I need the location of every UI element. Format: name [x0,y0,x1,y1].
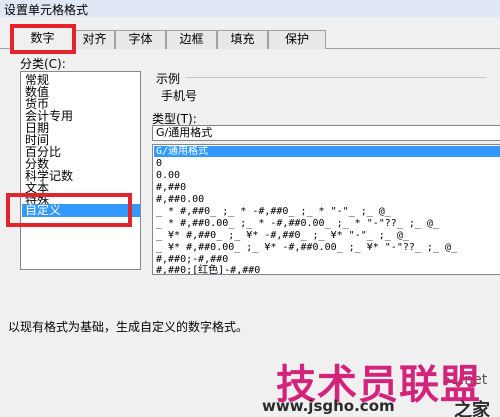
tab-font[interactable]: 字体 [115,30,166,49]
tab-alignment[interactable]: 对齐 [74,30,115,49]
tab-label: 填充 [230,32,255,46]
type-item[interactable]: 0.00 [156,170,180,181]
category-highlight-box [6,193,132,227]
type-item[interactable]: #,##0;-#,##0 [156,254,228,265]
tab-label: 对齐 [82,32,107,46]
window-title: 设置单元格格式 [4,3,89,17]
sample-value: 手机号 [161,89,198,103]
type-item[interactable]: #,##0 [156,182,186,193]
sample-label: 示例 [156,72,181,86]
tab-border[interactable]: 边框 [166,30,217,49]
category-label: 分类(C): [20,57,66,71]
tab-highlight-box [10,24,76,54]
tab-protection[interactable]: 保护 [268,30,326,49]
type-item[interactable]: #,##0;[红色]-#,##0 [156,265,260,274]
type-item-selected[interactable]: G/通用格式 [154,146,500,157]
type-item[interactable]: _ ¥* #,##0_ ;_ ¥* -#,##0_ ;_ ¥* "-"_ ;_ … [156,230,409,241]
type-list[interactable]: G/通用格式 0 0.00 #,##0 #,##0.00 _ * #,##0_ … [152,144,500,275]
watermark-home-text: 之家 [454,400,490,417]
type-item[interactable]: _ ¥* #,##0.00_ ;_ ¥* -#,##0.00_ ;_ ¥* "-… [156,242,457,253]
type-item[interactable]: #,##0.00 [156,194,204,205]
tab-label: 边框 [179,32,204,46]
type-item[interactable]: _ * #,##0_ ;_ * -#,##0_ ;_ * "-"_ ;_ @_ [156,206,391,217]
type-item[interactable]: _ * #,##0.00_ ;_ * -#,##0.00_ ;_ * "-"??… [156,218,439,229]
type-item[interactable]: 0 [156,158,162,169]
category-list[interactable]: 常规 数值 货币 会计专用 日期 时间 百分比 分数 科学记数 文本 特殊 自定… [20,71,141,270]
sample-group-line [186,77,486,78]
watermark-url: www.jsgho.com [262,397,395,415]
tab-label: 保护 [284,32,309,46]
tab-label: 字体 [128,32,153,46]
format-description: 以现有格式为基础，生成自定义的数字格式。 [8,320,249,334]
tab-fill[interactable]: 填充 [217,30,268,49]
type-input[interactable]: G/通用格式 [152,125,500,141]
